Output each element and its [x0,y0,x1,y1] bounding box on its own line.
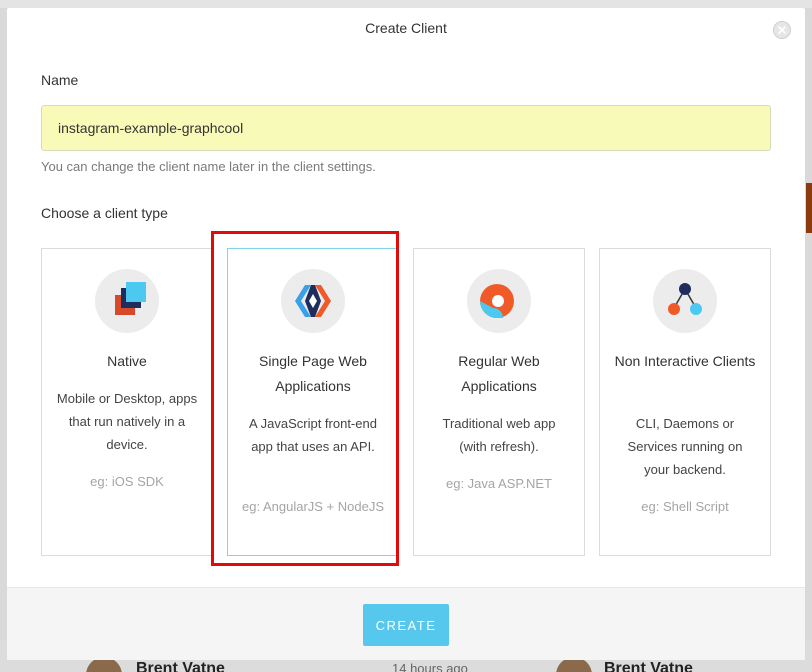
background-author-name: Brent Vatne [136,660,225,672]
non-interactive-nodes-icon [653,269,717,333]
card-description: Traditional web app (with refresh). [442,416,556,454]
close-icon [778,26,786,34]
client-name-input[interactable] [41,105,771,151]
card-description: CLI, Daemons or Services running on your… [627,416,743,477]
name-hint: You can change the client name later in … [41,159,376,174]
client-type-card-native[interactable]: Native Mobile or Desktop, apps that run … [41,248,213,556]
background-timestamp: 14 hours ago [392,661,468,672]
background-author-name: Brent Vatne [604,660,693,672]
card-example: eg: Java ASP.NET [446,476,552,491]
card-example: eg: Shell Script [641,499,729,514]
modal-footer: CREATE [7,587,805,660]
client-type-card-single-page-web-applications[interactable]: Single Page Web Applications A JavaScrip… [227,248,399,556]
card-description: Mobile or Desktop, apps that run nativel… [56,391,198,452]
create-client-modal: Create Client Name You can change the cl… [7,8,805,660]
name-label: Name [41,72,79,88]
regular-web-app-icon [467,269,531,333]
client-type-cards: Native Mobile or Desktop, apps that run … [41,248,771,558]
spa-diamond-icon [281,269,345,333]
client-type-card-non-interactive-clients[interactable]: Non Interactive Clients CLI, Daemons or … [599,248,771,556]
background-accent-bar [806,183,812,233]
card-title: Non Interactive Clients [614,353,756,369]
card-title: Native [107,353,147,369]
native-layers-icon [95,269,159,333]
background-header [0,0,812,8]
modal-title: Create Client [365,20,447,36]
create-button[interactable]: CREATE [363,604,449,646]
close-button[interactable] [773,21,791,39]
modal-header: Create Client [7,8,805,50]
client-type-card-regular-web-applications[interactable]: Regular Web Applications Traditional web… [413,248,585,556]
card-example: eg: iOS SDK [90,474,164,489]
card-description: A JavaScript front-end app that uses an … [249,416,377,454]
card-title: Single Page Web Applications [259,353,367,394]
client-type-label: Choose a client type [41,205,168,221]
card-title: Regular Web Applications [458,353,540,394]
card-example: eg: AngularJS + NodeJS [242,499,385,514]
